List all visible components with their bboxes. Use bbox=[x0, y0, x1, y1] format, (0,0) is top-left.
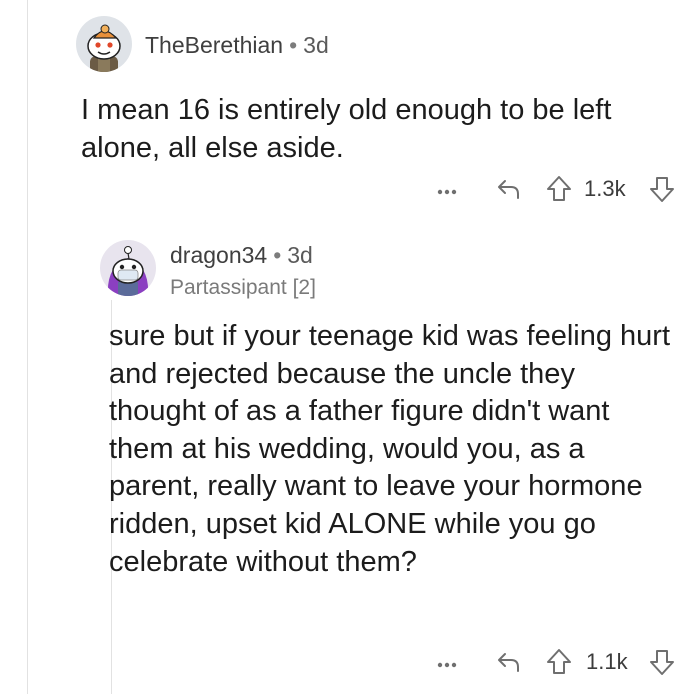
reply-button[interactable] bbox=[496, 647, 522, 677]
more-options-icon bbox=[437, 662, 457, 668]
reply-arrow-icon bbox=[498, 653, 519, 672]
upvote-arrow-icon bbox=[547, 176, 571, 201]
snoo-avatar-icon bbox=[87, 24, 121, 72]
comment-age[interactable]: 3d bbox=[303, 32, 329, 58]
reply-button[interactable] bbox=[496, 174, 522, 204]
user-flair: Partassipant [2] bbox=[170, 276, 316, 299]
downvote-button[interactable] bbox=[648, 647, 676, 677]
comment-author[interactable]: dragon34 bbox=[170, 242, 267, 268]
downvote-arrow-icon bbox=[650, 177, 674, 202]
meta-separator: • bbox=[289, 32, 298, 58]
vote-count: 1.1k bbox=[586, 649, 628, 674]
downvote-arrow-icon bbox=[650, 650, 674, 675]
comment-actions: 1.3k bbox=[0, 174, 700, 204]
vote-count: 1.3k bbox=[584, 176, 626, 201]
comment-age[interactable]: 3d bbox=[287, 242, 313, 268]
comment-body: sure but if your teenage kid was feeling… bbox=[109, 320, 670, 578]
comment-body: I mean 16 is entirely old enough to be l… bbox=[81, 94, 612, 164]
more-options-button[interactable] bbox=[436, 174, 458, 204]
thread-line-root bbox=[27, 0, 28, 694]
meta-separator: • bbox=[273, 242, 282, 268]
reply-arrow-icon bbox=[498, 180, 519, 199]
more-options-button[interactable] bbox=[436, 647, 458, 677]
comment-actions: 1.1k bbox=[0, 647, 700, 677]
user-avatar[interactable] bbox=[100, 240, 156, 296]
downvote-button[interactable] bbox=[648, 174, 676, 204]
upvote-button[interactable] bbox=[545, 174, 573, 204]
upvote-button[interactable] bbox=[545, 647, 573, 677]
user-avatar[interactable] bbox=[76, 16, 132, 72]
comment-author[interactable]: TheBerethian bbox=[145, 32, 283, 58]
more-options-icon bbox=[437, 189, 457, 195]
upvote-arrow-icon bbox=[547, 649, 571, 674]
snoo-avatar-icon bbox=[107, 246, 149, 296]
